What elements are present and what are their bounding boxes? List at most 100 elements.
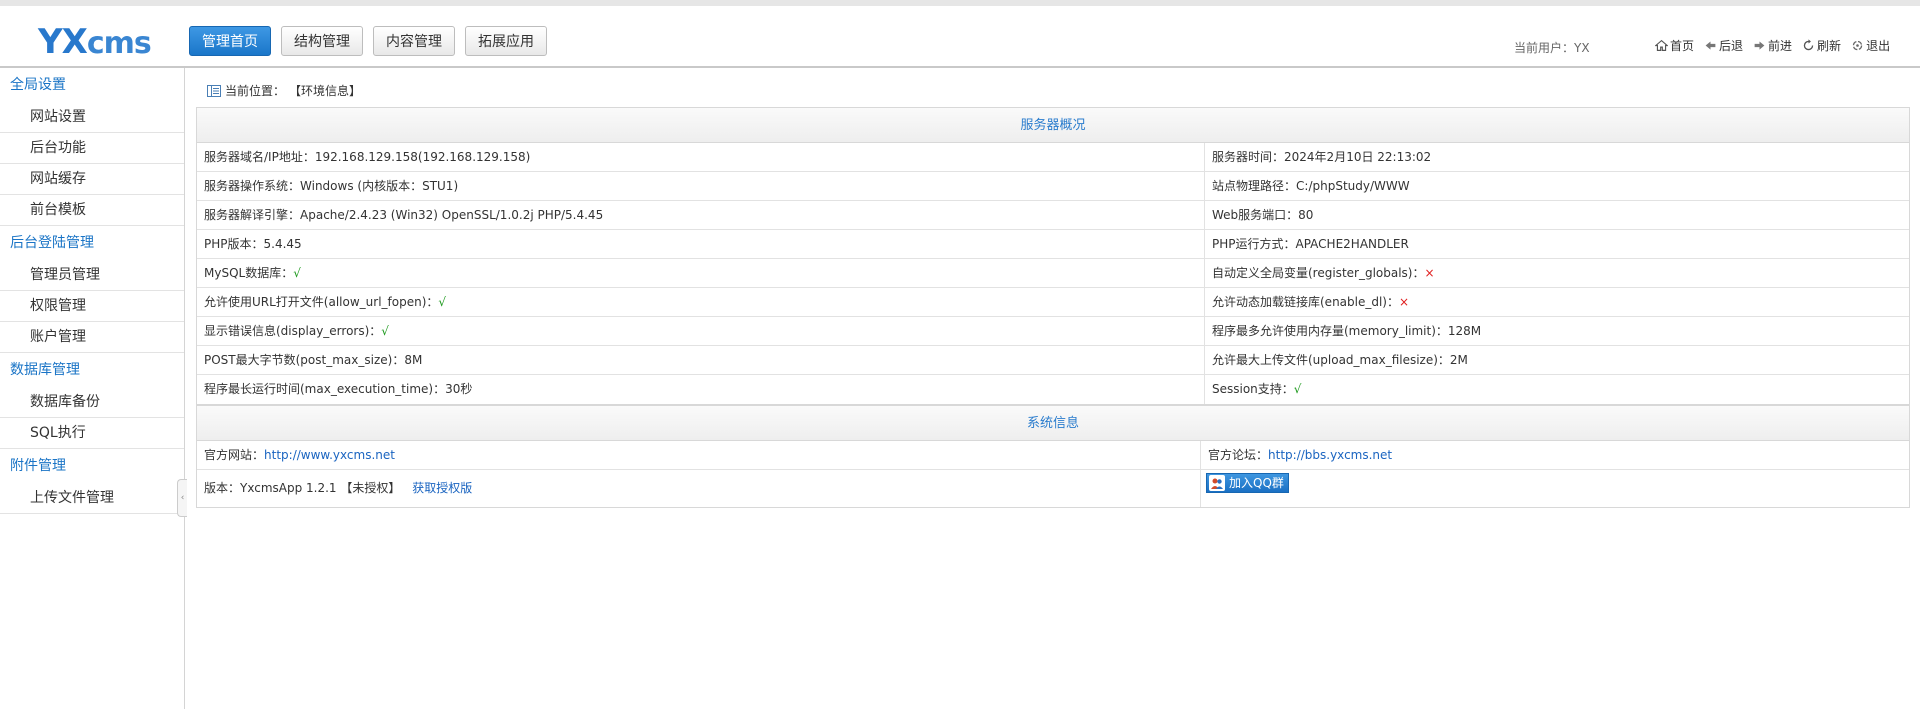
refresh-icon bbox=[1803, 39, 1814, 51]
server-info-cell-right: Web服务端口：80 bbox=[1205, 201, 1909, 229]
sidebar-item-permission-management[interactable]: 权限管理 bbox=[0, 291, 184, 322]
server-info-label: 程序最多允许使用内存量(memory_limit)： bbox=[1212, 324, 1448, 338]
server-info-cell-left: MySQL数据库：√ bbox=[197, 259, 1205, 287]
server-info-cell-right: 允许最大上传文件(upload_max_filesize)：2M bbox=[1205, 346, 1909, 374]
sidebar-collapse-toggle[interactable]: ‹ bbox=[177, 479, 187, 517]
yxcms-logo[interactable]: YXcms bbox=[38, 22, 152, 64]
server-info-cell-left: 服务器解译引擎：Apache/2.4.23 (Win32) OpenSSL/1.… bbox=[197, 201, 1205, 229]
back-link[interactable]: 后退 bbox=[1704, 37, 1743, 54]
server-info-label: 服务器时间： bbox=[1212, 150, 1285, 164]
server-info-cell-left: 服务器域名/IP地址：192.168.129.158(192.168.129.1… bbox=[197, 143, 1205, 171]
sidebar-item-sql-execute[interactable]: SQL执行 bbox=[0, 418, 184, 449]
forward-arrow-icon bbox=[1754, 41, 1765, 50]
sidebar-item-site-cache[interactable]: 网站缓存 bbox=[0, 164, 184, 195]
breadcrumb-current: 【环境信息】 bbox=[289, 84, 362, 98]
get-license-link[interactable]: 获取授权版 bbox=[412, 481, 472, 495]
server-info-label: 允许动态加载链接库(enable_dl)： bbox=[1212, 295, 1399, 309]
logo-cms-text: cms bbox=[86, 26, 152, 61]
server-info-cell-left: PHP版本：5.4.45 bbox=[197, 230, 1205, 258]
server-info-value: 2024年2月10日 22:13:02 bbox=[1284, 150, 1432, 164]
server-info-cell-left: 允许使用URL打开文件(allow_url_fopen)：√ bbox=[197, 288, 1205, 316]
table-row: 服务器操作系统：Windows (内核版本：STU1) 站点物理路径：C:/php… bbox=[197, 172, 1909, 201]
server-info-label: 显示错误信息(display_errors)： bbox=[204, 324, 382, 338]
nav-structure-button[interactable]: 结构管理 bbox=[281, 26, 363, 56]
server-info-label: 允许使用URL打开文件(allow_url_fopen)： bbox=[204, 295, 439, 309]
server-info-value: 128M bbox=[1447, 324, 1482, 338]
home-link[interactable]: 首页 bbox=[1655, 37, 1694, 54]
sidebar-group-attachment-management[interactable]: 附件管理 bbox=[0, 449, 184, 483]
table-row: POST最大字节数(post_max_size)：8M 允许最大上传文件(uplo… bbox=[197, 346, 1909, 375]
server-info-value: × bbox=[1399, 295, 1410, 309]
sidebar-item-upload-file-management[interactable]: 上传文件管理 bbox=[0, 483, 184, 514]
location-panel-icon bbox=[207, 84, 221, 97]
server-info-value: × bbox=[1424, 266, 1435, 280]
server-info-label: 服务器操作系统： bbox=[204, 179, 301, 193]
nav-extensions-button[interactable]: 拓展应用 bbox=[465, 26, 547, 56]
official-site-label: 官方网站： bbox=[204, 448, 265, 462]
version-value: YxcmsApp 1.2.1 【未授权】 bbox=[240, 481, 401, 495]
official-site-cell: 官方网站：http://www.yxcms.net bbox=[197, 441, 1201, 469]
server-info-label: PHP版本： bbox=[204, 237, 264, 251]
main-nav: 管理首页 结构管理 内容管理 拓展应用 bbox=[189, 26, 547, 56]
server-info-value: Windows (内核版本：STU1) bbox=[300, 179, 459, 193]
table-row: 程序最长运行时间(max_execution_time)：30秒 Session支… bbox=[197, 375, 1909, 404]
sidebar-group-database-management[interactable]: 数据库管理 bbox=[0, 353, 184, 387]
server-info-value: APACHE2HANDLER bbox=[1295, 237, 1409, 251]
server-info-value: C:/phpStudy/WWW bbox=[1296, 179, 1410, 193]
nav-admin-home-button[interactable]: 管理首页 bbox=[189, 26, 271, 56]
sidebar-group-login-management[interactable]: 后台登陆管理 bbox=[0, 226, 184, 260]
server-info-cell-right: PHP运行方式：APACHE2HANDLER bbox=[1205, 230, 1909, 258]
join-qq-group-button[interactable]: 加入QQ群 bbox=[1206, 473, 1289, 493]
table-row: MySQL数据库：√ 自动定义全局变量(register_globals)：× bbox=[197, 259, 1909, 288]
official-site-link[interactable]: http://www.yxcms.net bbox=[264, 448, 395, 462]
forum-link[interactable]: http://bbs.yxcms.net bbox=[1268, 448, 1392, 462]
nav-content-button[interactable]: 内容管理 bbox=[373, 26, 455, 56]
system-info-title: 系统信息 bbox=[197, 406, 1909, 441]
server-info-cell-right: 自动定义全局变量(register_globals)：× bbox=[1205, 259, 1909, 287]
server-info-label: PHP运行方式： bbox=[1212, 237, 1296, 251]
table-row: 服务器解译引擎：Apache/2.4.23 (Win32) OpenSSL/1.… bbox=[197, 201, 1909, 230]
server-info-cell-right: 服务器时间：2024年2月10日 22:13:02 bbox=[1205, 143, 1909, 171]
table-row: 版本：YxcmsApp 1.2.1 【未授权】 获取授权版 加入QQ群 bbox=[197, 470, 1909, 507]
sidebar-item-frontend-templates[interactable]: 前台模板 bbox=[0, 195, 184, 226]
logout-link-label: 退出 bbox=[1866, 39, 1891, 53]
server-info-cell-right: 允许动态加载链接库(enable_dl)：× bbox=[1205, 288, 1909, 316]
sidebar-item-backend-functions[interactable]: 后台功能 bbox=[0, 133, 184, 164]
server-info-cell-right: Session支持：√ bbox=[1205, 375, 1909, 404]
server-info-value: √ bbox=[1293, 382, 1302, 396]
server-info-value: √ bbox=[293, 266, 301, 280]
join-qq-group-label: 加入QQ群 bbox=[1229, 476, 1284, 490]
forward-link-label: 前进 bbox=[1768, 39, 1793, 53]
server-info-value: √ bbox=[438, 295, 447, 309]
server-info-value: 80 bbox=[1298, 208, 1314, 222]
table-row: PHP版本：5.4.45 PHP运行方式：APACHE2HANDLER bbox=[197, 230, 1909, 259]
refresh-link[interactable]: 刷新 bbox=[1802, 37, 1841, 54]
server-info-label: 站点物理路径： bbox=[1212, 179, 1297, 193]
breadcrumb-label: 当前位置： bbox=[225, 84, 286, 98]
server-info-label: 自动定义全局变量(register_globals)： bbox=[1212, 266, 1425, 280]
logout-link[interactable]: 退出 bbox=[1851, 37, 1890, 54]
server-info-label: 允许最大上传文件(upload_max_filesize)： bbox=[1212, 353, 1450, 367]
sidebar-item-database-backup[interactable]: 数据库备份 bbox=[0, 387, 184, 418]
server-info-rows: 服务器域名/IP地址：192.168.129.158(192.168.129.1… bbox=[197, 143, 1909, 404]
version-label: 版本： bbox=[204, 481, 241, 495]
server-info-label: Session支持： bbox=[1212, 382, 1294, 396]
sidebar-item-site-settings[interactable]: 网站设置 bbox=[0, 102, 184, 133]
system-info-panel: 系统信息 官方网站：http://www.yxcms.net 官方论坛：http… bbox=[196, 405, 1910, 508]
server-overview-panel: 服务器概况 服务器域名/IP地址：192.168.129.158(192.168… bbox=[196, 107, 1910, 405]
home-link-label: 首页 bbox=[1670, 39, 1695, 53]
server-info-cell-left: 服务器操作系统：Windows (内核版本：STU1) bbox=[197, 172, 1205, 200]
forum-cell: 官方论坛：http://bbs.yxcms.net bbox=[1201, 441, 1909, 469]
forward-link[interactable]: 前进 bbox=[1753, 37, 1792, 54]
server-info-cell-right: 程序最多允许使用内存量(memory_limit)：128M bbox=[1205, 317, 1909, 345]
back-arrow-icon bbox=[1705, 41, 1716, 50]
sidebar: 全局设置 网站设置 后台功能 网站缓存 前台模板 后台登陆管理 管理员管理 权限… bbox=[0, 68, 185, 709]
home-icon bbox=[1655, 39, 1668, 51]
sidebar-item-account-management[interactable]: 账户管理 bbox=[0, 322, 184, 353]
sidebar-group-global-settings[interactable]: 全局设置 bbox=[0, 68, 184, 102]
top-header: YXcms 管理首页 结构管理 内容管理 拓展应用 当前用户：YX 首页 后退 … bbox=[0, 0, 1920, 68]
back-link-label: 后退 bbox=[1719, 39, 1744, 53]
server-info-value: 192.168.129.158(192.168.129.158) bbox=[314, 150, 531, 164]
sidebar-item-admin-management[interactable]: 管理员管理 bbox=[0, 260, 184, 291]
server-info-value: 2M bbox=[1449, 353, 1468, 367]
